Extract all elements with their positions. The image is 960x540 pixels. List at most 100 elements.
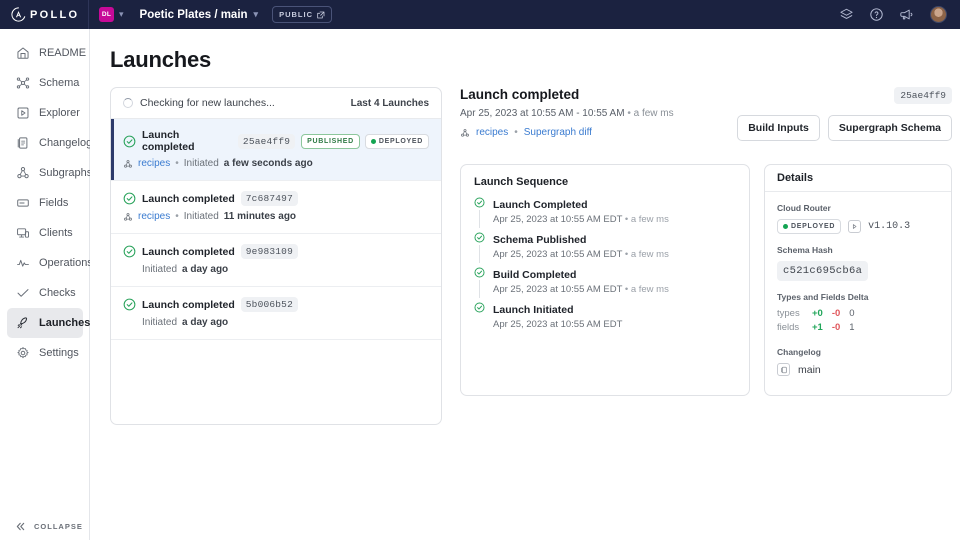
collapse-sidebar-button[interactable]: COLLAPSE [0, 521, 90, 532]
sequence-step-time: Apr 25, 2023 at 10:55 AM EDT [493, 319, 622, 330]
launch-list-item[interactable]: Launch completed 9e983109 Initiated a da… [111, 234, 441, 287]
launch-list-item[interactable]: Launch completed 7c687497 recipes • Init… [111, 181, 441, 234]
visibility-label: PUBLIC [279, 10, 313, 19]
sequence-step-timestamp: Apr 25, 2023 at 10:55 AM EDT [493, 249, 623, 260]
launch-list-item[interactable]: Launch completed 5b006b52 Initiated a da… [111, 287, 441, 340]
top-bar: POLLO DL ▾ Poetic Plates / main ▾ PUBLIC [0, 0, 960, 29]
sequence-step-duration: a few ms [630, 214, 669, 225]
check-circle-icon [123, 135, 136, 148]
external-link-icon [317, 11, 325, 18]
topbar-actions [839, 6, 960, 23]
cloud-router-version: v1.10.3 [868, 221, 911, 232]
build-inputs-button[interactable]: Build Inputs [737, 115, 820, 141]
sequence-step-name: Launch Initiated [493, 304, 574, 316]
changelog-branch: main [798, 363, 821, 376]
sidebar-item-fields[interactable]: Fields [7, 188, 83, 218]
launch-item-header: Launch completed 5b006b52 [123, 297, 429, 312]
launch-item-meta: recipes • Initiated a few seconds ago [123, 158, 429, 169]
sidebar-item-schema[interactable]: Schema [7, 68, 83, 98]
changelog-icon [777, 363, 790, 376]
subgraph-icon [123, 159, 133, 169]
router-play-icon[interactable] [848, 220, 862, 233]
chevron-down-icon: ▾ [253, 9, 259, 19]
sidebar-item-readme[interactable]: README [7, 38, 87, 68]
delta-kind: fields [777, 322, 800, 333]
initiated-time: a day ago [182, 264, 229, 275]
main-content: Launches Checking for new launches... La… [90, 29, 960, 540]
check-circle-icon [474, 267, 485, 278]
sequence-step: Schema Published Apr 25, 2023 at 10:55 A… [474, 232, 736, 267]
delta-kind: types [777, 308, 800, 319]
sidebar-item-settings[interactable]: Settings [7, 338, 83, 368]
supergraph-diff-link[interactable]: Supergraph diff [524, 127, 592, 138]
subgraph-link[interactable]: recipes [476, 127, 508, 138]
sidebar-item-clients[interactable]: Clients [7, 218, 83, 248]
launches-icon [15, 316, 30, 331]
launch-sequence-card: Launch Sequence Launch Completed Apr 25,… [460, 164, 750, 396]
sidebar-item-checks[interactable]: Checks [7, 278, 83, 308]
sequence-step-time: Apr 25, 2023 at 10:55 AM EDT • a few ms [493, 249, 669, 260]
settings-icon [15, 346, 30, 361]
sidebar-item-operations[interactable]: Operations [7, 248, 93, 278]
delta-row-types: types +0 -0 0 [777, 308, 939, 319]
sequence-step: Build Completed Apr 25, 2023 at 10:55 AM… [474, 267, 736, 302]
subgraph-link[interactable]: recipes [138, 211, 170, 222]
sidebar-item-label: Operations [39, 257, 93, 269]
announcement-icon[interactable] [899, 7, 915, 22]
sidebar-item-subgraphs[interactable]: Subgraphs [7, 158, 92, 188]
explorer-icon [15, 106, 30, 121]
sidebar-item-label: Settings [39, 347, 79, 359]
fields-icon [15, 196, 30, 211]
check-circle-icon [123, 245, 136, 258]
launches-list-header: Checking for new launches... Last 4 Laun… [111, 88, 441, 119]
changelog-icon [15, 136, 30, 151]
cloud-router-row: DEPLOYED v1.10.3 [777, 219, 939, 234]
changelog-row[interactable]: main [777, 363, 939, 376]
initiated-time: a day ago [182, 317, 229, 328]
launch-list-item[interactable]: Launch completed 25ae4ff9 PUBLISHED DEPL… [111, 119, 441, 181]
sidebar-item-label: README [39, 47, 87, 59]
launch-item-hash: 9e983109 [240, 244, 298, 259]
supergraph-schema-button[interactable]: Supergraph Schema [827, 115, 952, 141]
check-circle-icon [474, 232, 485, 243]
sequence-step-timestamp: Apr 25, 2023 at 10:55 AM EDT [493, 214, 623, 225]
graph-selector[interactable]: Poetic Plates / main ▾ [140, 9, 259, 21]
schema-icon [15, 76, 30, 91]
apollo-logo[interactable]: POLLO [0, 7, 88, 22]
layers-icon[interactable] [839, 7, 854, 22]
launch-item-badges: PUBLISHED DEPLOYED [301, 133, 429, 149]
sequence-connector [479, 280, 480, 298]
clients-icon [15, 226, 30, 241]
status-badge-deployed-label: DEPLOYED [378, 137, 423, 145]
sidebar-item-label: Schema [39, 77, 80, 89]
chevron-double-left-icon [16, 522, 25, 531]
launches-list: Checking for new launches... Last 4 Laun… [110, 87, 442, 425]
sidebar-item-changelog[interactable]: Changelog [7, 128, 92, 158]
help-icon[interactable] [869, 7, 884, 22]
delta-removed: -0 [831, 308, 841, 319]
sequence-step-name: Schema Published [493, 234, 587, 246]
detail-panels: Launch Sequence Launch Completed Apr 25,… [460, 164, 952, 396]
visibility-badge[interactable]: PUBLIC [272, 6, 332, 23]
initiated-label: Initiated [142, 317, 178, 328]
separator: • [175, 211, 179, 222]
sidebar-item-explorer[interactable]: Explorer [7, 98, 83, 128]
launch-detail-hash: 25ae4ff9 [894, 87, 952, 104]
schema-hash-value: c521c695cb6a [777, 261, 869, 281]
launch-item-meta: recipes • Initiated 11 minutes ago [123, 211, 429, 222]
sidebar-item-label: Subgraphs [39, 167, 93, 179]
initiated-time: a few seconds ago [223, 158, 313, 169]
check-circle-icon [474, 197, 485, 208]
delta-added: +1 [812, 322, 823, 333]
initiated-label: Initiated [142, 264, 178, 275]
subgraphs-icon [15, 166, 30, 181]
details-card: Details Cloud Router DEPLOYED v1.10.3 Sc… [764, 164, 952, 396]
subgraph-link[interactable]: recipes [138, 158, 170, 169]
sidebar-item-launches[interactable]: Launches [7, 308, 90, 338]
chevron-down-icon: ▾ [119, 9, 124, 19]
user-avatar[interactable] [930, 6, 947, 23]
org-selector[interactable]: DL ▾ [89, 7, 124, 22]
launch-item-header: Launch completed 9e983109 [123, 244, 429, 259]
details-card-title: Details [765, 165, 951, 192]
sequence-step-name: Build Completed [493, 269, 577, 281]
